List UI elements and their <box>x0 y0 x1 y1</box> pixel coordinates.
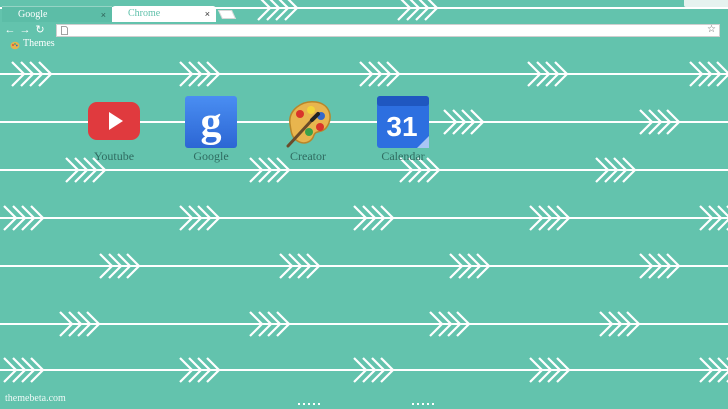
browser-chrome: Google × Chrome × ← → ↻ ☆ Themes <box>0 0 728 52</box>
palette-icon <box>286 101 331 148</box>
youtube-icon <box>88 102 140 140</box>
page-indicator-dots <box>412 403 434 405</box>
tab-strip: Google × Chrome × <box>0 0 728 22</box>
tab-label: Google <box>18 9 48 20</box>
app-label: Creator <box>290 149 326 163</box>
page-indicator-dots <box>298 403 320 405</box>
tab-label: Chrome <box>128 8 161 19</box>
address-bar[interactable]: ☆ <box>56 24 720 37</box>
tab-chrome[interactable]: Chrome × <box>112 6 216 22</box>
palette-icon <box>10 41 20 50</box>
tab-close-icon[interactable]: × <box>205 6 210 22</box>
app-label: Youtube <box>93 149 135 163</box>
google-icon: g <box>185 96 237 148</box>
arrow-pattern-background <box>0 0 728 383</box>
window-controls[interactable] <box>684 0 728 7</box>
svg-text:g: g <box>201 100 222 146</box>
bookmark-label: Themes <box>23 38 55 49</box>
back-icon[interactable]: ← <box>4 24 16 36</box>
tab-close-icon[interactable]: × <box>101 7 106 23</box>
reload-icon[interactable]: ↻ <box>34 24 46 36</box>
tab-google[interactable]: Google × <box>2 6 112 22</box>
app-label: Calendar <box>381 149 425 163</box>
calendar-icon: 31 <box>377 96 429 148</box>
star-icon[interactable]: ☆ <box>707 24 716 35</box>
page-icon <box>61 26 68 35</box>
footer-watermark: themebeta.com <box>5 393 66 404</box>
app-label: Google <box>193 149 229 163</box>
new-tab-button[interactable] <box>217 10 237 19</box>
forward-icon[interactable]: → <box>19 24 31 36</box>
calendar-day: 31 <box>386 111 417 142</box>
